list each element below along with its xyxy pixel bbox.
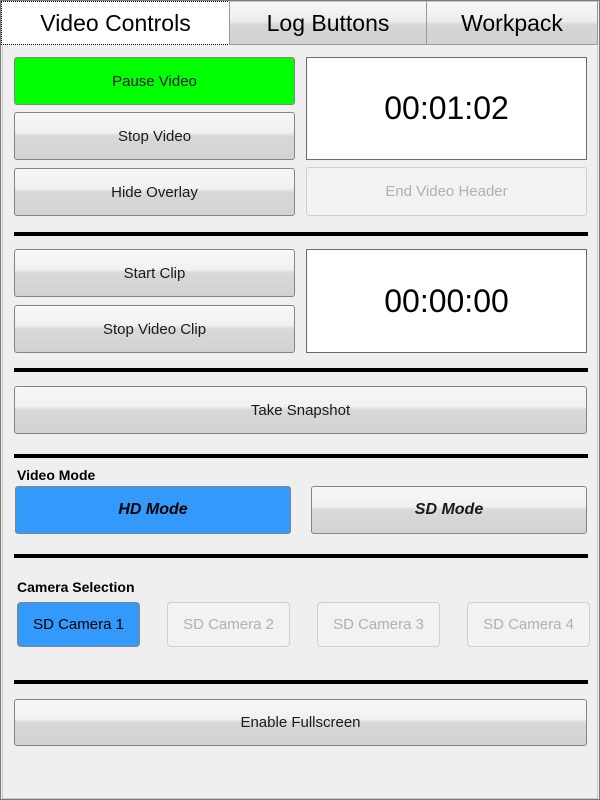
video-timer-display: 00:01:02 — [306, 57, 587, 160]
sd-camera-1-button-label: SD Camera 1 — [33, 616, 124, 633]
pause-video-button-label: Pause Video — [112, 72, 197, 90]
clip-timer-value: 00:00:00 — [384, 282, 509, 319]
sd-camera-2-button-label: SD Camera 2 — [183, 616, 274, 633]
end-video-header-button[interactable]: End Video Header — [306, 167, 587, 216]
hide-overlay-button[interactable]: Hide Overlay — [14, 168, 295, 216]
hide-overlay-button-label: Hide Overlay — [111, 183, 198, 201]
stop-video-button-label: Stop Video — [117, 127, 192, 145]
enable-fullscreen-button[interactable]: Enable Fullscreen — [14, 699, 587, 746]
tab-bar: Video Controls Log Buttons Workpack — [1, 1, 599, 45]
separator-2 — [14, 368, 588, 372]
sd-mode-button-label: SD Mode — [414, 501, 484, 518]
sd-camera-1-button[interactable]: SD Camera 1 — [17, 602, 140, 647]
pause-video-button[interactable]: Pause Video — [14, 57, 295, 105]
separator-5 — [14, 680, 588, 684]
tab-log-buttons-label: Log Buttons — [266, 9, 390, 36]
sd-mode-button[interactable]: SD Mode — [311, 486, 587, 534]
tab-video-controls-label: Video Controls — [40, 9, 191, 36]
start-clip-button[interactable]: Start Clip — [14, 249, 295, 297]
separator-4 — [14, 554, 588, 558]
sd-camera-4-button[interactable]: SD Camera 4 — [467, 602, 590, 647]
separator-3 — [14, 454, 588, 458]
take-snapshot-button[interactable]: Take Snapshot — [14, 386, 587, 434]
start-clip-button-label: Start Clip — [123, 264, 186, 282]
tab-log-buttons[interactable]: Log Buttons — [229, 1, 427, 45]
hd-mode-button[interactable]: HD Mode — [15, 486, 291, 534]
sd-camera-3-button-label: SD Camera 3 — [333, 616, 424, 633]
sd-camera-3-button[interactable]: SD Camera 3 — [317, 602, 440, 647]
stop-video-button[interactable]: Stop Video — [14, 112, 295, 160]
hd-mode-button-label: HD Mode — [118, 501, 188, 518]
tab-video-controls[interactable]: Video Controls — [1, 1, 230, 45]
enable-fullscreen-button-label: Enable Fullscreen — [240, 714, 361, 731]
camera-selection-label: Camera Selection — [17, 579, 135, 595]
sd-camera-2-button[interactable]: SD Camera 2 — [167, 602, 290, 647]
separator-1 — [14, 232, 588, 236]
take-snapshot-button-label: Take Snapshot — [250, 401, 351, 419]
video-controls-panel: Pause Video Stop Video Hide Overlay 00:0… — [2, 46, 598, 799]
video-mode-label: Video Mode — [17, 467, 96, 483]
sd-camera-4-button-label: SD Camera 4 — [483, 616, 574, 633]
video-timer-value: 00:01:02 — [384, 90, 509, 126]
tab-workpack-label: Workpack — [461, 9, 563, 36]
clip-timer-display: 00:00:00 — [306, 249, 587, 353]
end-video-header-button-label: End Video Header — [385, 183, 508, 200]
tab-workpack[interactable]: Workpack — [426, 1, 598, 45]
video-controls-window: Video Controls Log Buttons Workpack Paus… — [0, 0, 600, 800]
stop-video-clip-button[interactable]: Stop Video Clip — [14, 305, 295, 353]
stop-video-clip-button-label: Stop Video Clip — [102, 320, 207, 338]
